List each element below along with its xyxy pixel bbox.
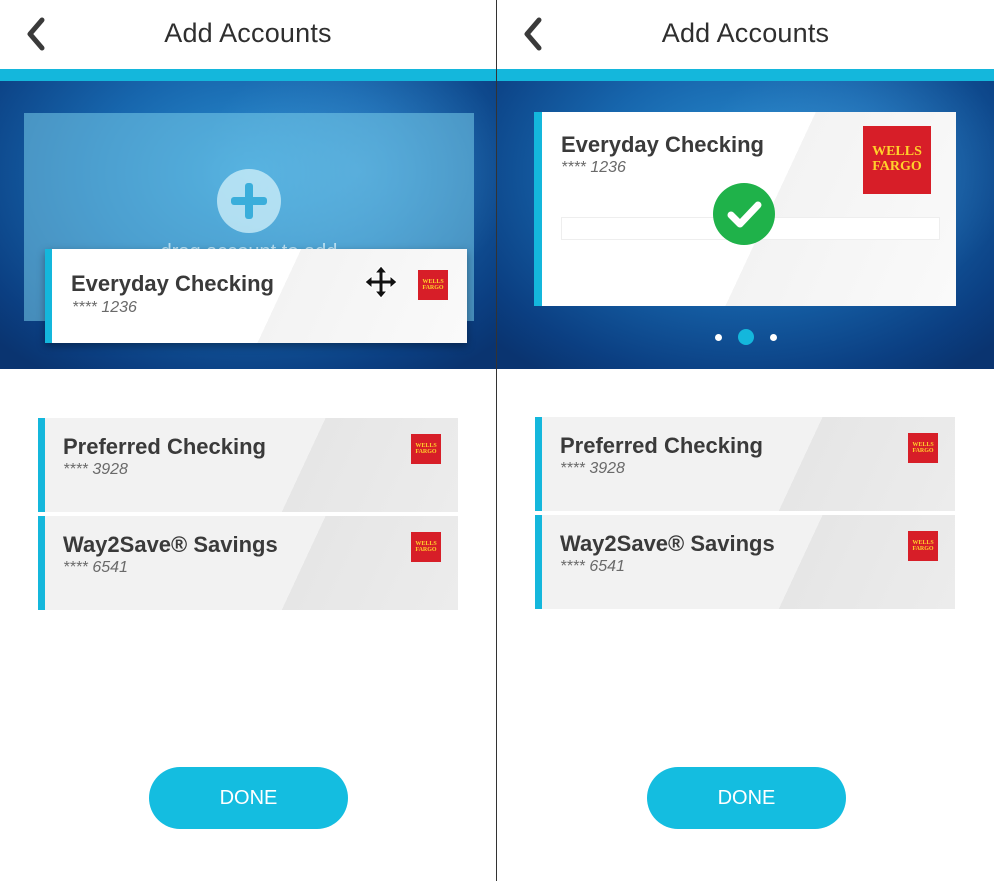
accent-bar (497, 69, 994, 81)
wells-fargo-logo: WELLS FARGO (411, 434, 441, 464)
card-stripe (45, 249, 52, 343)
card-stripe (535, 417, 542, 511)
carousel-dot[interactable] (737, 329, 754, 345)
page-title: Add Accounts (661, 18, 830, 48)
header: Add Accounts (0, 0, 496, 70)
account-name: Everyday Checking (71, 271, 274, 296)
card-stripe (38, 516, 45, 610)
account-name: Everyday Checking (561, 132, 764, 157)
account-number: **** 1236 (561, 159, 626, 176)
account-card-way2save-savings[interactable]: Way2Save® Savings **** 6541 WELLS FARGO (38, 516, 458, 610)
hero-area: Everyday Checking **** 1236 WELLS FARGO (497, 81, 994, 369)
plus-circle-icon (217, 169, 281, 233)
account-name: Preferred Checking (63, 434, 266, 459)
header: Add Accounts (497, 0, 994, 70)
wells-fargo-logo: WELLS FARGO (908, 531, 938, 561)
account-name: Way2Save® Savings (63, 532, 278, 557)
wells-fargo-logo: WELLS FARGO (418, 270, 448, 300)
carousel-dot[interactable] (714, 333, 722, 341)
added-account-card[interactable]: Everyday Checking **** 1236 WELLS FARGO (534, 112, 956, 306)
card-stripe (38, 418, 45, 512)
account-number: **** 6541 (560, 558, 625, 575)
wells-fargo-logo: WELLS FARGO (863, 126, 931, 194)
check-circle-icon (713, 183, 775, 245)
account-number: **** 3928 (560, 460, 625, 477)
screen-added: Add Accounts Everyday Checking **** 1236… (497, 0, 994, 881)
carousel-dots[interactable] (497, 328, 994, 346)
done-button[interactable]: DONE (647, 767, 846, 829)
account-card-way2save-savings[interactable]: Way2Save® Savings **** 6541 WELLS FARGO (535, 515, 955, 609)
accent-bar (0, 69, 496, 81)
card-stripe (534, 112, 542, 306)
card-stripe (535, 515, 542, 609)
account-card-preferred-checking[interactable]: Preferred Checking **** 3928 WELLS FARGO (38, 418, 458, 512)
screen-dragging: Add Accounts drag account to add Everyda… (0, 0, 496, 881)
wells-fargo-logo: WELLS FARGO (411, 532, 441, 562)
account-number: **** 6541 (63, 559, 128, 576)
account-number: **** 3928 (63, 461, 128, 478)
account-name: Way2Save® Savings (560, 531, 775, 556)
dragging-account-card[interactable]: Everyday Checking **** 1236 WELLS FARGO (45, 249, 467, 343)
hero-area: drag account to add Everyday Checking **… (0, 81, 496, 369)
account-card-preferred-checking[interactable]: Preferred Checking **** 3928 WELLS FARGO (535, 417, 955, 511)
done-button[interactable]: DONE (149, 767, 348, 829)
carousel-dot[interactable] (769, 333, 777, 341)
page-title: Add Accounts (164, 18, 332, 48)
account-name: Preferred Checking (560, 433, 763, 458)
account-number: **** 1236 (72, 299, 137, 316)
move-icon[interactable] (363, 264, 399, 300)
wells-fargo-logo: WELLS FARGO (908, 433, 938, 463)
